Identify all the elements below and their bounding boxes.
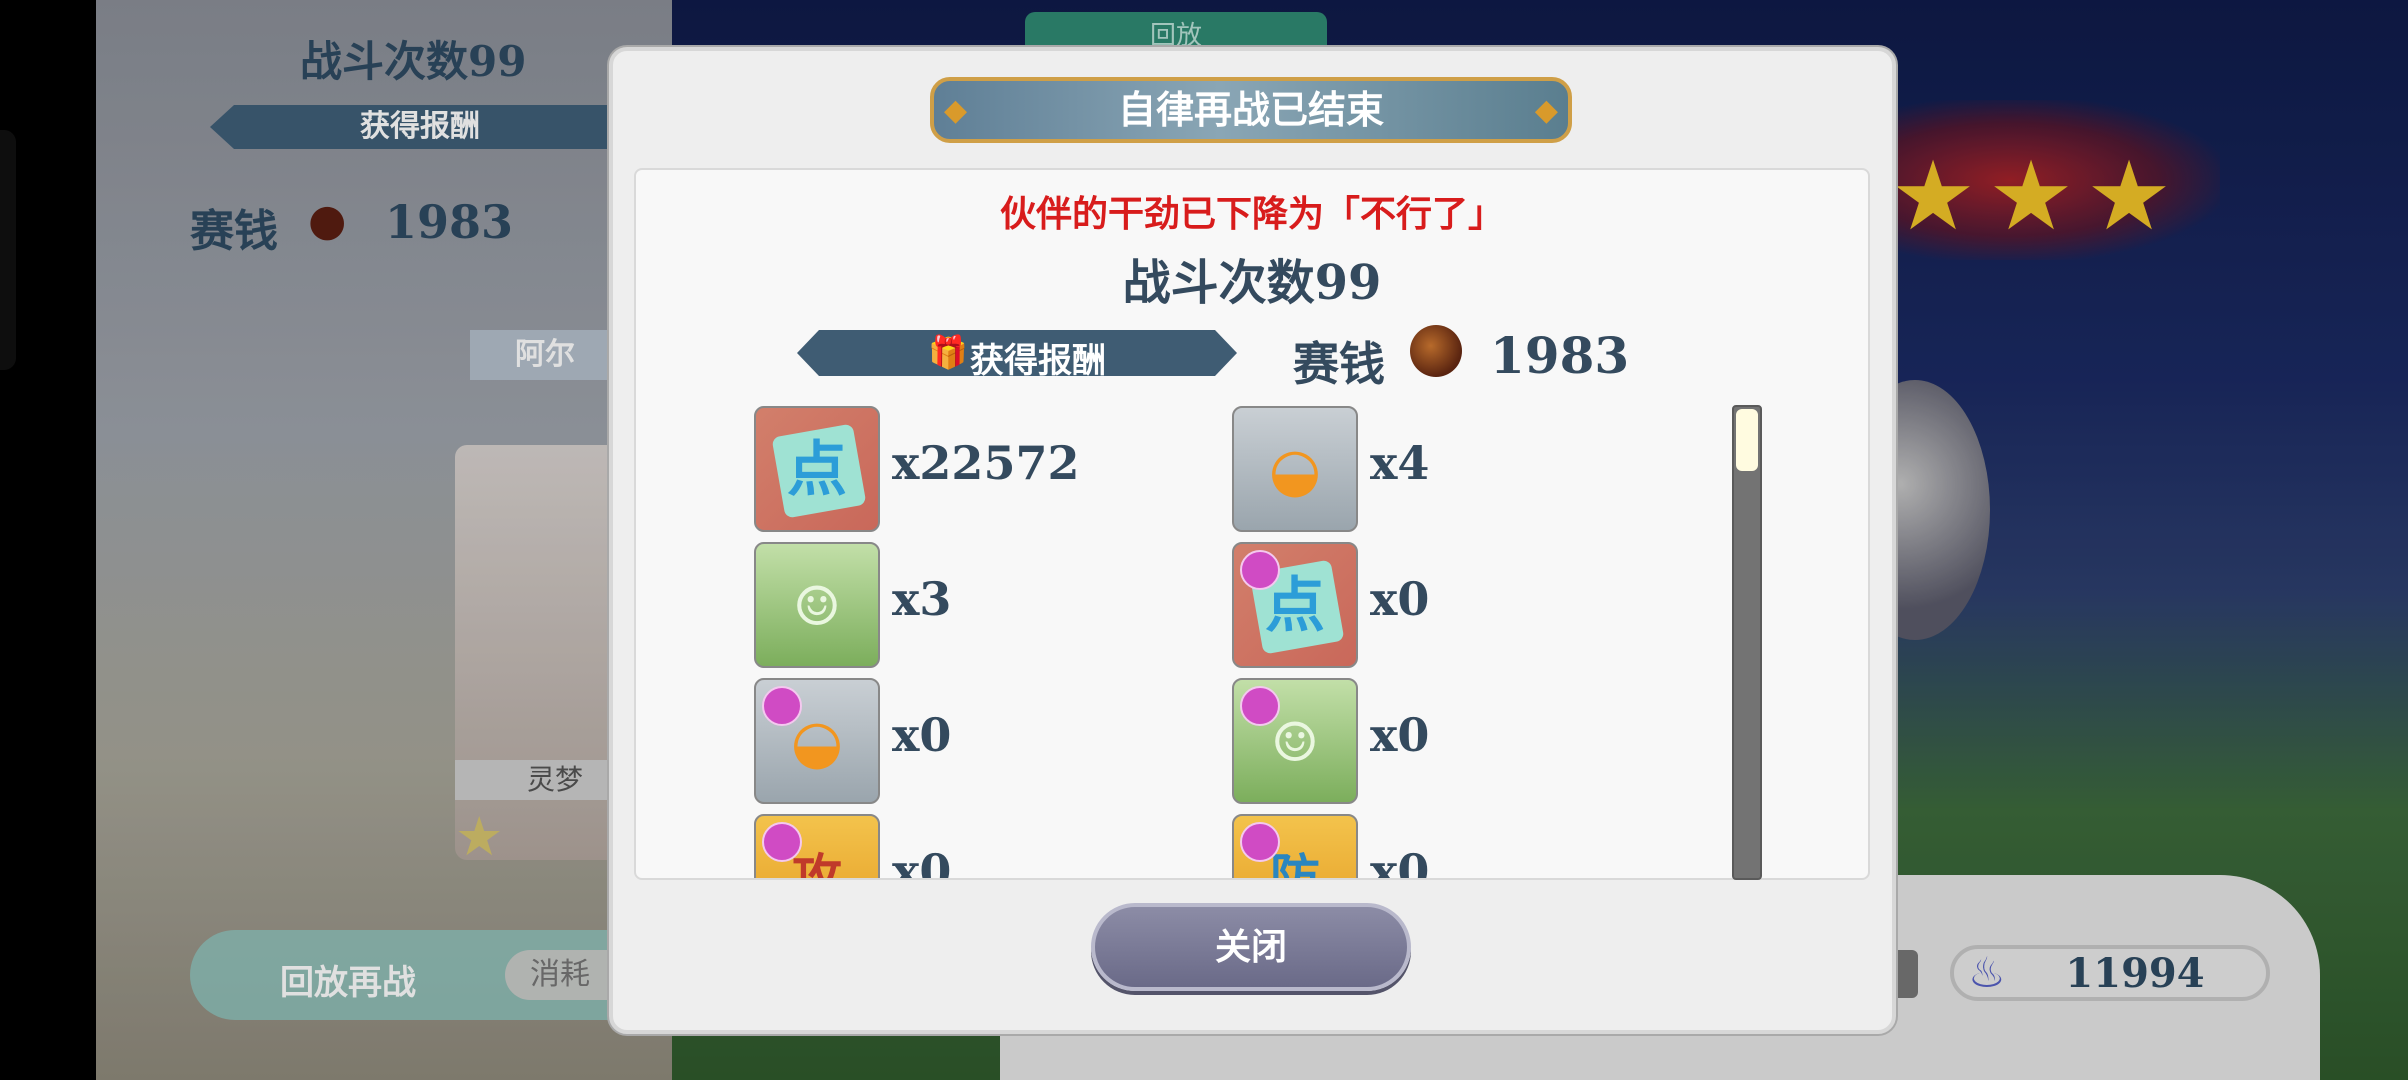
jelly-pudding-icon: ◒ (754, 678, 880, 804)
close-button-label: 关闭 (1214, 926, 1287, 968)
money-label: 赛钱 (1293, 337, 1385, 391)
reward-banner-label: 获得报酬 (970, 341, 1106, 381)
item-quantity: x0 (892, 708, 952, 762)
point-ticket-icon: 点 (754, 406, 880, 532)
jelly-pudding-icon: ◒ (1232, 406, 1358, 532)
money-value: 1983 (1490, 326, 1630, 385)
bonus-badge-icon (762, 822, 802, 862)
book-icon: 防 (1232, 814, 1358, 878)
dialog-title-banner: ◆ 自律再战已结束 ◆ (930, 77, 1572, 143)
item-quantity: x0 (892, 844, 952, 878)
motivation-warning: 伙伴的干劲已下降为「不行了」 (999, 193, 1504, 235)
item-quantity: x0 (1370, 572, 1430, 626)
bonus-badge-icon (1240, 550, 1280, 590)
item-quantity: x3 (892, 572, 952, 626)
book-icon: 攻 (754, 814, 880, 878)
character-portrait-icon: ☺ (754, 542, 880, 668)
gift-icon: 🎁 (928, 333, 968, 371)
bonus-badge-icon (762, 686, 802, 726)
point-ticket-icon: 点 (1232, 542, 1358, 668)
scrollbar-track[interactable] (1732, 405, 1762, 880)
close-button[interactable]: 关闭 (1091, 903, 1411, 991)
item-quantity: x0 (1370, 708, 1430, 762)
scrollbar-thumb[interactable] (1736, 409, 1758, 471)
bonus-badge-icon (1240, 822, 1280, 862)
bonus-badge-icon (1240, 686, 1280, 726)
reward-item-list[interactable]: 点 x22572 ◒ x4 ☺ x3 点 x0 ◒ x0 ☺ x0 攻 x0 防… (634, 400, 1734, 878)
arrow-right-icon: ◆ (1534, 93, 1558, 128)
coin-icon (1410, 325, 1462, 377)
character-portrait-icon: ☺ (1232, 678, 1358, 804)
dialog-title: 自律再战已结束 (1117, 87, 1384, 132)
battle-count: 战斗次数99 (1122, 255, 1382, 311)
item-quantity: x0 (1370, 844, 1430, 878)
item-quantity: x4 (1370, 436, 1430, 490)
item-quantity: x22572 (892, 436, 1080, 490)
